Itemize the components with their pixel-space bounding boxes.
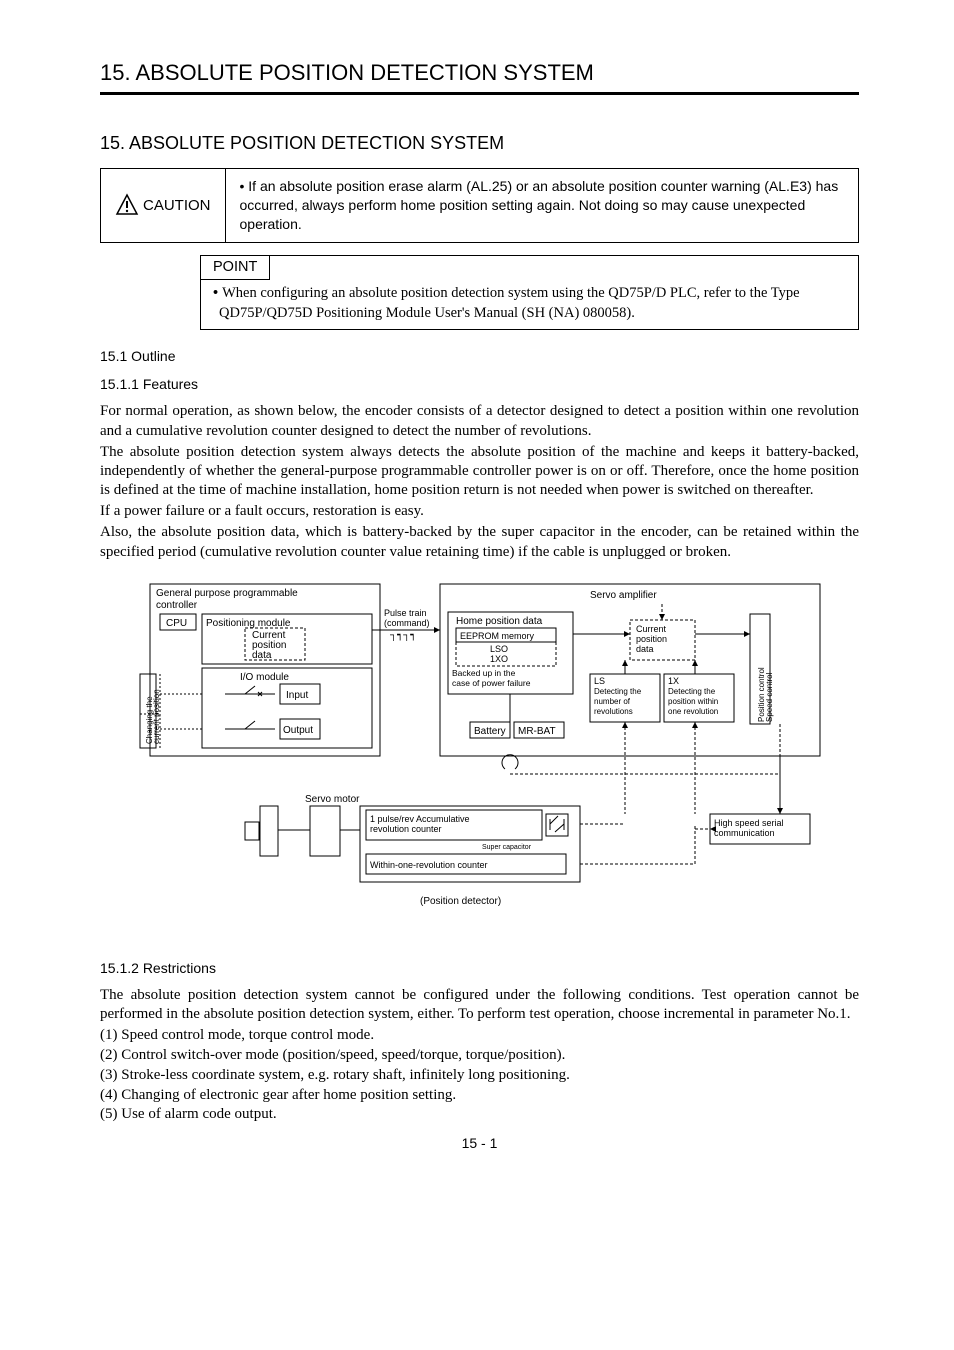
features-paragraph-2: The absolute position detection system a… — [100, 443, 859, 501]
diagram-input: Input — [286, 690, 308, 701]
caution-box: CAUTION • If an absolute position erase … — [100, 168, 859, 243]
features-heading: 15.1.1 Features — [100, 376, 859, 392]
diagram-ls2: Detecting the — [594, 687, 642, 696]
outline-heading: 15.1 Outline — [100, 348, 859, 364]
point-label: POINT — [201, 256, 270, 281]
diagram-spdcontrol: Speed control — [765, 672, 774, 722]
section-title: 15. ABSOLUTE POSITION DETECTION SYSTEM — [100, 133, 859, 154]
features-paragraph-3: If a power failure or a fault occurs, re… — [100, 502, 859, 521]
caution-label-cell: CAUTION — [101, 169, 226, 242]
restriction-item: (2) Control switch-over mode (position/s… — [100, 1046, 859, 1066]
point-text-content: When configuring an absolute position de… — [219, 285, 800, 321]
diagram-1x3: position within — [668, 697, 718, 706]
page-number: 15 - 1 — [100, 1135, 859, 1151]
diagram-ls4: revolutions — [594, 707, 633, 716]
restrictions-intro: The absolute position detection system c… — [100, 986, 859, 1024]
diagram-pos-module: Positioning module — [206, 618, 291, 629]
features-paragraph-4: Also, the absolute position data, which … — [100, 523, 859, 561]
warning-triangle-icon — [115, 193, 139, 217]
diagram-pos-detector: (Position detector) — [420, 896, 501, 907]
diagram-battery: Battery — [474, 726, 506, 737]
diagram-curr-pos3: data — [252, 650, 272, 661]
diagram-pulse-wave: ┐┑┐┑ — [389, 630, 416, 641]
diagram-pulse2: (command) — [384, 618, 430, 628]
restriction-item: (4) Changing of electronic gear after ho… — [100, 1086, 859, 1106]
restrictions-list: (1) Speed control mode, torque control m… — [100, 1026, 859, 1125]
diagram-backed2: case of power failure — [452, 678, 531, 688]
diagram-plc-label: General purpose programmable — [156, 588, 298, 599]
diagram-curr2b: position — [636, 634, 667, 644]
diagram-1x4: one revolution — [668, 707, 718, 716]
diagram-mrbat: MR-BAT — [518, 726, 556, 737]
diagram-plc-label2: controller — [156, 600, 198, 611]
diagram-servo-motor: Servo motor — [305, 794, 360, 805]
diagram-cpu: CPU — [166, 618, 187, 629]
bullet-icon: • — [240, 178, 249, 194]
diagram-servo-amp: Servo amplifier — [590, 590, 657, 601]
diagram-1x2: Detecting the — [668, 687, 716, 696]
restriction-item: (5) Use of alarm code output. — [100, 1105, 859, 1125]
system-diagram: General purpose programmable controller … — [130, 574, 830, 944]
caution-label: CAUTION — [143, 197, 211, 214]
diagram-ls: LS — [594, 676, 605, 686]
diagram-lso: LSO — [490, 644, 508, 654]
diagram-highspeed2: communication — [714, 828, 775, 838]
diagram-acc: 1 pulse/rev Accumulative — [370, 814, 470, 824]
diagram-ls3: number of — [594, 697, 631, 706]
diagram-pulse: Pulse train — [384, 608, 427, 618]
diagram-acc2: revolution counter — [370, 824, 442, 834]
features-paragraph-1: For normal operation, as shown below, th… — [100, 402, 859, 440]
caution-text-content: If an absolute position erase alarm (AL.… — [240, 178, 839, 232]
diagram-1xo: 1XO — [490, 654, 508, 664]
restrictions-heading: 15.1.2 Restrictions — [100, 960, 859, 976]
diagram-within: Within-one-revolution counter — [370, 860, 488, 870]
caution-text: • If an absolute position erase alarm (A… — [226, 169, 859, 242]
diagram-backed: Backed up in the — [452, 668, 516, 678]
diagram-output: Output — [283, 725, 313, 736]
restriction-item: (1) Speed control mode, torque control m… — [100, 1026, 859, 1046]
page-header: 15. ABSOLUTE POSITION DETECTION SYSTEM — [100, 60, 859, 95]
diagram-highspeed: High speed serial — [714, 818, 784, 828]
diagram-curr2a: Current — [636, 624, 667, 634]
diagram-home-pos: Home position data — [456, 616, 543, 627]
bullet-icon: • — [213, 285, 222, 301]
diagram-curr2c: data — [636, 644, 654, 654]
diagram-1x: 1X — [668, 676, 679, 686]
diagram-eeprom: EEPROM memory — [460, 631, 535, 641]
point-body: • When configuring an absolute position … — [201, 280, 858, 329]
point-box: POINT • When configuring an absolute pos… — [200, 255, 859, 331]
diagram-supercap: Super capacitor — [482, 844, 532, 851]
diagram-io: I/O module — [240, 672, 289, 683]
restriction-item: (3) Stroke-less coordinate system, e.g. … — [100, 1066, 859, 1086]
